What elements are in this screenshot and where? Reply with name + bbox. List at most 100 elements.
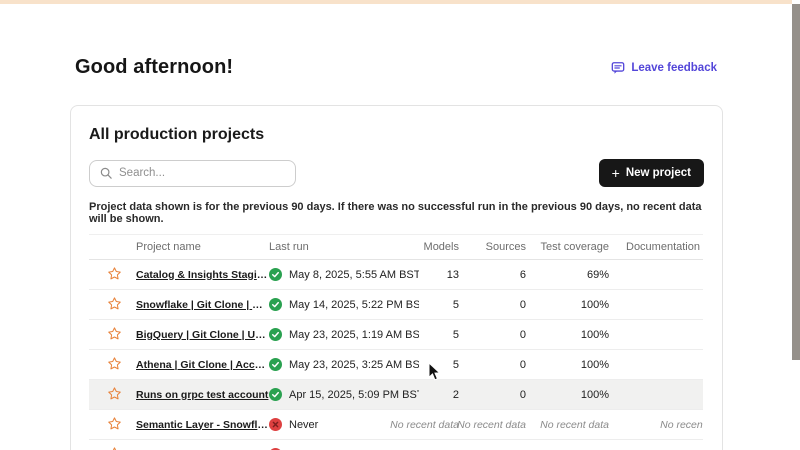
table-row[interactable]: Catalog & Insights Staging... May 8, 202… <box>89 260 703 290</box>
favorite-cell <box>89 260 136 290</box>
column-project-name: Project name <box>136 235 269 260</box>
star-icon <box>107 446 122 450</box>
project-name-cell: Snowflake | Git Clone | Key... <box>136 440 269 450</box>
last-run-value: May 23, 2025, 1:19 AM BST <box>289 329 419 341</box>
favorite-cell <box>89 410 136 440</box>
project-name-link[interactable]: Catalog & Insights Staging... <box>136 269 269 281</box>
project-name-link[interactable]: Athena | Git Clone | Acces... <box>136 359 269 371</box>
favorite-star-button[interactable] <box>107 416 122 431</box>
sources-cell: No recent data <box>459 410 526 440</box>
favorite-star-button[interactable] <box>107 266 122 281</box>
last-run-value: Apr 15, 2025, 5:09 PM BST <box>289 389 419 401</box>
table-row[interactable]: Snowflake | Git Clone | Key... Never No … <box>89 440 703 450</box>
sources-cell: 0 <box>459 320 526 350</box>
run-status-icon <box>269 388 282 401</box>
top-accent-bar <box>0 0 800 4</box>
test-coverage-cell: 100% <box>526 320 609 350</box>
table-row[interactable]: Athena | Git Clone | Acces... May 23, 20… <box>89 350 703 380</box>
run-status-icon <box>269 418 282 431</box>
project-name-link[interactable]: Semantic Layer - Snowflake <box>136 419 269 431</box>
last-run-value: May 23, 2025, 3:25 AM BST <box>289 359 419 371</box>
star-icon <box>107 326 122 341</box>
test-coverage-cell: 69% <box>526 260 609 290</box>
documentation-coverage-cell <box>609 320 703 350</box>
sources-cell: 0 <box>459 350 526 380</box>
favorite-cell <box>89 380 136 410</box>
project-name-link[interactable]: Runs on grpc test account <box>136 389 269 401</box>
models-cell: 5 <box>419 290 459 320</box>
column-last-run: Last run <box>269 235 419 260</box>
documentation-coverage-cell <box>609 260 703 290</box>
favorite-cell <box>89 440 136 450</box>
scrollbar-track[interactable] <box>792 0 800 450</box>
table-header-row: Project name Last run Models Sources Tes… <box>89 235 703 260</box>
models-cell: No recent data <box>419 440 459 450</box>
column-favorite <box>89 235 136 260</box>
column-sources: Sources <box>459 235 526 260</box>
run-status-icon <box>269 298 282 311</box>
favorite-star-button[interactable] <box>107 326 122 341</box>
last-run-cell: May 8, 2025, 5:55 AM BST <box>269 260 419 290</box>
leave-feedback-link[interactable]: Leave feedback <box>611 61 717 75</box>
documentation-coverage-cell <box>609 350 703 380</box>
documentation-coverage-cell: No recent data <box>609 440 703 450</box>
models-cell: 5 <box>419 320 459 350</box>
project-name-cell: BigQuery | Git Clone | User... <box>136 320 269 350</box>
leave-feedback-label: Leave feedback <box>631 62 717 74</box>
last-run-cell: May 23, 2025, 3:25 AM BST <box>269 350 419 380</box>
test-coverage-cell: No recent data <box>526 410 609 440</box>
favorite-star-button[interactable] <box>107 446 122 450</box>
run-status-icon <box>269 268 282 281</box>
projects-toolbar: + New project <box>89 159 704 187</box>
table-row[interactable]: BigQuery | Git Clone | User... May 23, 2… <box>89 320 703 350</box>
favorite-star-button[interactable] <box>107 386 122 401</box>
search-input[interactable] <box>119 167 285 179</box>
last-run-value: Never <box>289 419 318 431</box>
last-run-cell: Apr 15, 2025, 5:09 PM BST <box>269 380 419 410</box>
test-coverage-cell: 100% <box>526 380 609 410</box>
models-cell: 13 <box>419 260 459 290</box>
card-title: All production projects <box>89 126 704 144</box>
star-icon <box>107 416 122 431</box>
feedback-icon <box>611 61 625 75</box>
scrollbar-thumb[interactable] <box>792 4 800 360</box>
search-box[interactable] <box>89 160 296 187</box>
star-icon <box>107 266 122 281</box>
favorite-cell <box>89 350 136 380</box>
data-range-notice: Project data shown is for the previous 9… <box>89 201 704 225</box>
run-status-icon <box>269 328 282 341</box>
project-name-cell: Catalog & Insights Staging... <box>136 260 269 290</box>
search-icon <box>100 167 112 179</box>
documentation-coverage-cell <box>609 290 703 320</box>
run-status-icon <box>269 358 282 371</box>
last-run-value: May 8, 2025, 5:55 AM BST <box>289 269 419 281</box>
plus-icon: + <box>612 166 620 180</box>
star-icon <box>107 296 122 311</box>
favorite-cell <box>89 290 136 320</box>
page-header: Good afternoon! Leave feedback <box>0 0 800 79</box>
favorite-star-button[interactable] <box>107 296 122 311</box>
sources-cell: 6 <box>459 260 526 290</box>
projects-card: All production projects + New project Pr… <box>70 105 723 450</box>
favorite-star-button[interactable] <box>107 356 122 371</box>
test-coverage-cell: 100% <box>526 350 609 380</box>
star-icon <box>107 386 122 401</box>
new-project-button[interactable]: + New project <box>599 159 704 187</box>
documentation-coverage-cell <box>609 380 703 410</box>
project-name-link[interactable]: Snowflake | Git Clone | Use... <box>136 299 269 311</box>
sources-cell: 0 <box>459 380 526 410</box>
table-row[interactable]: Snowflake | Git Clone | Use... May 14, 2… <box>89 290 703 320</box>
test-coverage-cell: No recent data <box>526 440 609 450</box>
table-row[interactable]: Runs on grpc test account Apr 15, 2025, … <box>89 380 703 410</box>
models-cell: 2 <box>419 380 459 410</box>
project-name-link[interactable]: BigQuery | Git Clone | User... <box>136 329 269 341</box>
table-row[interactable]: Semantic Layer - Snowflake Never No rece… <box>89 410 703 440</box>
sources-cell: No recent data <box>459 440 526 450</box>
documentation-coverage-cell: No recent data <box>609 410 703 440</box>
last-run-value: May 14, 2025, 5:22 PM BST <box>289 299 419 311</box>
column-models: Models <box>419 235 459 260</box>
models-cell: No recent data <box>419 410 459 440</box>
favorite-cell <box>89 320 136 350</box>
last-run-cell: May 14, 2025, 5:22 PM BST <box>269 290 419 320</box>
column-test-coverage: Test coverage <box>526 235 609 260</box>
